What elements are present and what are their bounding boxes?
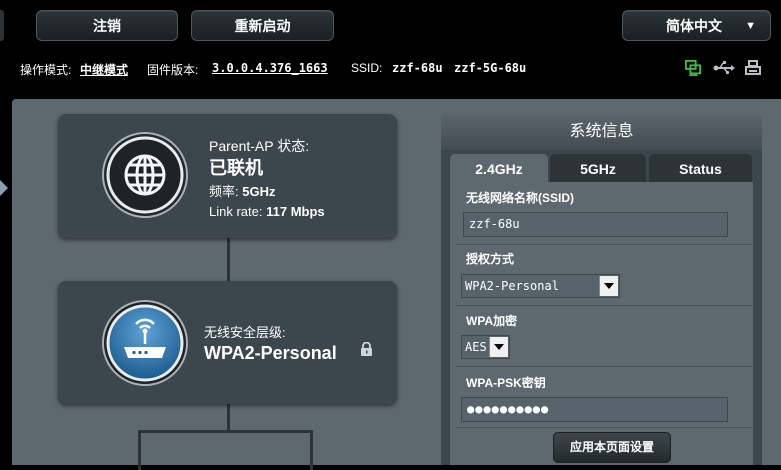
status-line: 操作模式: 中继模式 固件版本: 3.0.0.4.376_1663 SSID: … xyxy=(0,48,781,86)
ssid-label: SSID: xyxy=(351,61,383,75)
logout-button[interactable]: 注销 xyxy=(36,10,178,41)
menu-stub xyxy=(0,10,4,41)
link-rate-line: Link rate: 117 Mbps xyxy=(209,204,325,219)
auth-method-label: 授权方式 xyxy=(466,252,515,266)
parent-ap-title: Parent-AP 状态: xyxy=(209,138,310,154)
ssid-field-label: 无线网络名称(SSID) xyxy=(466,191,575,205)
tab-status[interactable]: Status xyxy=(649,154,752,182)
globe-icon[interactable] xyxy=(102,132,188,218)
divider xyxy=(456,244,752,245)
mode-value-link[interactable]: 中继模式 xyxy=(80,61,128,78)
link-rate-value: 117 Mbps xyxy=(266,204,325,219)
wpa-encryption-value: AES xyxy=(465,340,487,354)
divider xyxy=(456,427,752,428)
chevron-down-icon: ▼ xyxy=(745,20,756,32)
network-status-icon[interactable] xyxy=(683,60,703,76)
language-label: 简体中文 xyxy=(666,18,722,34)
wpa-encryption-select[interactable]: AES xyxy=(461,335,510,359)
ssid-input[interactable]: zzf-68u xyxy=(463,212,728,237)
connector-line xyxy=(227,404,230,432)
firmware-link[interactable]: 3.0.0.4.376_1663 xyxy=(212,61,328,75)
auth-method-value: WPA2-Personal xyxy=(465,279,559,293)
frequency-value: 5GHz xyxy=(242,184,276,199)
security-title: 无线安全层级: xyxy=(204,325,286,340)
frequency-label: 频率: xyxy=(209,184,239,199)
divider xyxy=(456,305,752,306)
left-pointer-icon xyxy=(0,180,8,196)
wpa-encryption-label: WPA加密 xyxy=(466,314,518,328)
lock-icon xyxy=(361,342,372,356)
auth-method-select[interactable]: WPA2-Personal xyxy=(461,274,620,298)
system-info-title: 系统信息 xyxy=(441,114,762,150)
psk-key-input[interactable]: ●●●●●●●●●● xyxy=(461,397,728,422)
chevron-down-icon[interactable] xyxy=(599,276,618,296)
security-value: WPA2-Personal xyxy=(204,343,337,363)
connector-line xyxy=(227,238,230,281)
usb-icon[interactable] xyxy=(713,60,735,76)
reboot-button[interactable]: 重新启动 xyxy=(191,10,334,41)
top-bar: 注销 重新启动 简体中文 ▼ xyxy=(0,0,781,48)
printer-icon[interactable] xyxy=(745,60,761,76)
apply-settings-button[interactable]: 应用本页面设置 xyxy=(553,432,671,463)
tab-24ghz[interactable]: 2.4GHz xyxy=(450,154,548,182)
router-icon[interactable] xyxy=(102,300,188,386)
tab-5ghz[interactable]: 5GHz xyxy=(550,154,646,182)
client-card-partial xyxy=(138,430,313,470)
ssid-5g-value: zzf-5G-68u xyxy=(454,61,527,75)
parent-ap-state: 已联机 xyxy=(209,158,263,178)
frequency-line: 频率: 5GHz xyxy=(209,181,275,200)
chevron-down-icon[interactable] xyxy=(489,337,508,357)
language-select[interactable]: 简体中文 ▼ xyxy=(622,10,771,41)
mode-label: 操作模式: xyxy=(20,63,72,77)
ssid-24-value: zzf-68u xyxy=(392,61,443,75)
firmware-label: 固件版本: xyxy=(147,63,199,77)
psk-key-label: WPA-PSK密钥 xyxy=(466,376,546,390)
link-rate-label: Link rate: xyxy=(209,204,263,219)
divider xyxy=(456,366,752,367)
